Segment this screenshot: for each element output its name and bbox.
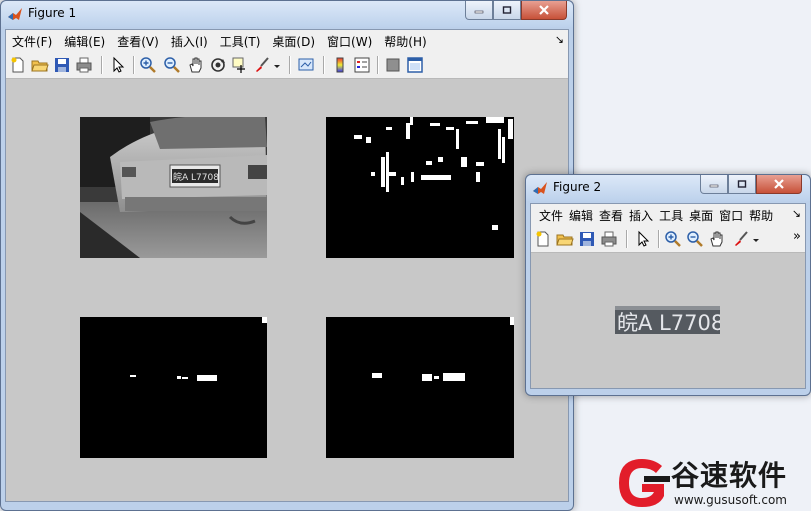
dock-menu-icon[interactable]: ↘ — [792, 207, 801, 220]
show-plot-tools-icon[interactable] — [406, 56, 424, 74]
minimize-icon — [709, 184, 719, 188]
pan-hand-icon[interactable] — [708, 230, 726, 248]
plate-text: 皖A L7708 — [173, 171, 219, 183]
figure2-toolbar: » — [531, 226, 805, 253]
legend-icon[interactable] — [353, 56, 371, 74]
figure1-client: 文件(F) 编辑(E) 查看(V) 插入(I) 工具(T) 桌面(D) 窗口(W… — [5, 29, 569, 502]
blob-pattern-2 — [372, 317, 514, 381]
maximize-button[interactable] — [493, 1, 521, 20]
print-icon[interactable] — [75, 56, 93, 74]
menu-window[interactable]: 窗口 — [716, 207, 746, 224]
watermark-url: www.gususoft.com — [674, 493, 787, 507]
matlab-logo-icon — [533, 182, 547, 194]
menu-view[interactable]: 查看(V) — [111, 33, 165, 50]
brush-icon[interactable] — [732, 230, 750, 248]
menu-edit[interactable]: 编辑(E) — [58, 33, 111, 50]
watermark-brand: 谷速软件 — [671, 459, 788, 492]
toolbar-separator — [377, 56, 379, 74]
restore-icon — [737, 180, 747, 188]
edge-pattern — [354, 117, 513, 230]
figure2-menubar: 文件 编辑 查看 插入 工具 桌面 窗口 帮助 ↘ — [531, 204, 805, 226]
figure2-title: Figure 2 — [553, 180, 602, 194]
blob-pattern-1 — [130, 317, 267, 381]
brush-dropdown-icon[interactable] — [751, 230, 761, 248]
zoom-in-icon[interactable] — [664, 230, 682, 248]
figure1-title: Figure 1 — [28, 6, 77, 20]
hide-plot-tools-icon[interactable] — [384, 56, 402, 74]
toolbar-overflow-icon[interactable]: » — [793, 229, 801, 244]
morphology-image-1[interactable] — [80, 317, 267, 458]
link-plot-icon[interactable] — [297, 56, 315, 74]
zoom-out-icon[interactable] — [163, 56, 181, 74]
menu-help[interactable]: 帮助(H) — [378, 33, 432, 50]
gususoft-logo-icon — [619, 459, 670, 507]
save-icon[interactable] — [578, 230, 596, 248]
figure2-client: 文件 编辑 查看 插入 工具 桌面 窗口 帮助 ↘ » 皖A L7708 — [530, 203, 806, 389]
open-file-icon[interactable] — [556, 230, 574, 248]
new-figure-icon[interactable] — [9, 56, 27, 74]
figure1-window[interactable]: Figure 1 文件(F) 编辑(E) 查看(V) 插入(I) 工具(T) 桌… — [0, 0, 574, 511]
toolbar-separator — [133, 56, 135, 74]
menu-file[interactable]: 文件 — [531, 207, 566, 224]
menu-edit[interactable]: 编辑 — [566, 207, 596, 224]
menu-insert[interactable]: 插入(I) — [165, 33, 214, 50]
minimize-button[interactable] — [700, 175, 728, 194]
figure1-menubar: 文件(F) 编辑(E) 查看(V) 插入(I) 工具(T) 桌面(D) 窗口(W… — [6, 30, 568, 52]
save-icon[interactable] — [53, 56, 71, 74]
data-cursor-icon[interactable] — [231, 56, 249, 74]
cropped-plate-text: 皖A L7708 — [617, 311, 720, 334]
menu-desktop[interactable]: 桌面(D) — [266, 33, 321, 50]
menu-view[interactable]: 查看 — [596, 207, 626, 224]
car-rear-photo: 皖A L7708 — [80, 117, 267, 258]
gususoft-watermark: 谷速软件 www.gususoft.com — [614, 456, 811, 511]
edit-plot-arrow-icon[interactable] — [634, 230, 652, 248]
open-file-icon[interactable] — [31, 56, 49, 74]
figure1-titlebar[interactable]: Figure 1 — [1, 1, 573, 27]
menu-file[interactable]: 文件(F) — [6, 33, 58, 50]
figure1-toolbar — [6, 52, 568, 79]
pan-hand-icon[interactable] — [187, 56, 205, 74]
minimize-button[interactable] — [465, 1, 493, 20]
toolbar-separator — [658, 230, 660, 248]
menu-help[interactable]: 帮助 — [746, 207, 776, 224]
toolbar-separator — [323, 56, 325, 74]
brush-dropdown-icon[interactable] — [272, 56, 282, 74]
morphology-image-2[interactable] — [326, 317, 514, 458]
menu-insert[interactable]: 插入 — [626, 207, 656, 224]
grayscale-car-image[interactable]: 皖A L7708 — [80, 117, 267, 258]
figure2-window[interactable]: Figure 2 文件 编辑 查看 插入 工具 桌面 窗口 帮助 ↘ » 皖A … — [525, 174, 811, 396]
close-icon — [774, 179, 784, 189]
toolbar-separator — [626, 230, 628, 248]
edit-plot-arrow-icon[interactable] — [109, 56, 127, 74]
figure2-plot-area: 皖A L7708 — [531, 253, 805, 388]
menu-window[interactable]: 窗口(W) — [321, 33, 378, 50]
colorbar-icon[interactable] — [331, 56, 349, 74]
new-figure-icon[interactable] — [534, 230, 552, 248]
dock-menu-icon[interactable]: ↘ — [555, 33, 564, 46]
figure1-plot-area: 皖A L7708 — [6, 79, 568, 501]
brush-icon[interactable] — [253, 56, 271, 74]
toolbar-separator — [101, 56, 103, 74]
cropped-plate-image[interactable]: 皖A L7708 — [615, 306, 720, 334]
minimize-icon — [474, 10, 484, 14]
zoom-in-icon[interactable] — [139, 56, 157, 74]
zoom-out-icon[interactable] — [686, 230, 704, 248]
close-button[interactable] — [521, 1, 567, 20]
close-icon — [539, 5, 549, 15]
edge-detected-image[interactable] — [326, 117, 514, 258]
rotate-3d-icon[interactable] — [209, 56, 227, 74]
matlab-logo-icon — [8, 8, 22, 20]
menu-desktop[interactable]: 桌面 — [686, 207, 716, 224]
restore-icon — [502, 6, 512, 14]
print-icon[interactable] — [600, 230, 618, 248]
figure2-titlebar[interactable]: Figure 2 — [526, 175, 810, 201]
toolbar-separator — [289, 56, 291, 74]
maximize-button[interactable] — [728, 175, 756, 194]
menu-tools[interactable]: 工具 — [656, 207, 686, 224]
close-button[interactable] — [756, 175, 802, 194]
menu-tools[interactable]: 工具(T) — [214, 33, 267, 50]
